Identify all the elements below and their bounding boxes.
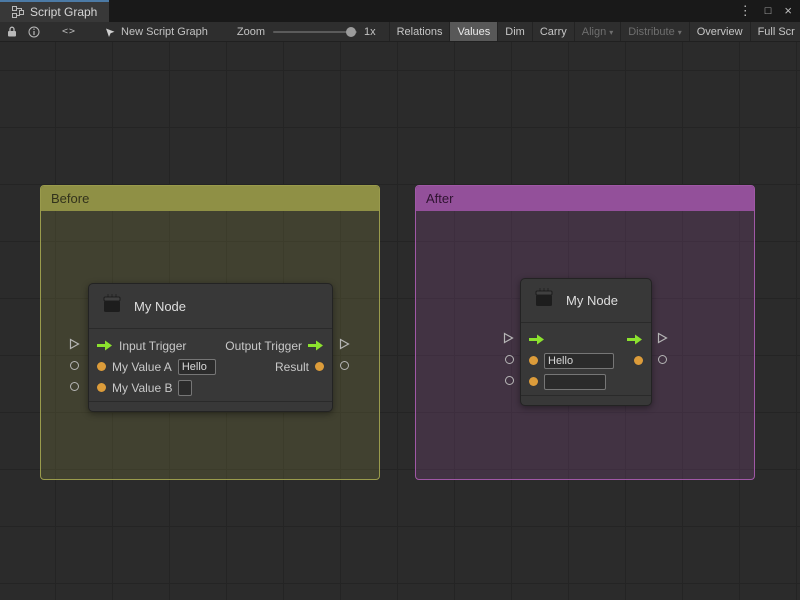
- value-output-port[interactable]: [634, 356, 643, 365]
- flow-input-port[interactable]: [97, 340, 113, 351]
- value-endpoint-icon[interactable]: [70, 382, 79, 391]
- node-footer: [521, 395, 651, 405]
- group-after-title: After: [426, 191, 453, 206]
- group-after-header[interactable]: After: [416, 186, 754, 211]
- node-after-header[interactable]: My Node: [521, 279, 651, 323]
- flow-endpoint-icon[interactable]: [656, 332, 668, 344]
- script-graph-icon: [12, 6, 24, 18]
- value-endpoint-icon[interactable]: [340, 361, 349, 370]
- overview-button[interactable]: Overview: [689, 22, 750, 42]
- flow-output-port[interactable]: [308, 340, 324, 351]
- node-before[interactable]: My Node Input Trigger Output Trigger: [88, 283, 333, 412]
- port-row: [521, 371, 651, 392]
- port-label: My Value B: [112, 381, 172, 395]
- port-label: Input Trigger: [119, 339, 186, 353]
- distribute-label: Distribute: [628, 26, 674, 38]
- carry-button[interactable]: Carry: [532, 22, 574, 42]
- value-endpoint-icon[interactable]: [70, 361, 79, 370]
- port-label: Result: [275, 360, 309, 374]
- zoom-label: Zoom: [237, 26, 265, 38]
- tab-title: Script Graph: [30, 5, 97, 19]
- node-ports: Input Trigger Output Trigger My Value A …: [89, 329, 332, 401]
- code-icon[interactable]: <>: [62, 26, 76, 37]
- overview-label: Overview: [697, 26, 743, 38]
- tab-script-graph[interactable]: Script Graph: [0, 0, 109, 22]
- maximize-icon[interactable]: □: [765, 0, 772, 22]
- value-b-field[interactable]: [544, 374, 606, 390]
- value-a-field[interactable]: [544, 353, 614, 369]
- align-button[interactable]: Align ▾: [574, 22, 620, 42]
- fullscreen-label: Full Scr: [758, 26, 795, 38]
- value-endpoint-icon[interactable]: [505, 355, 514, 364]
- port-row: Input Trigger Output Trigger: [89, 335, 332, 356]
- dim-button[interactable]: Dim: [497, 22, 532, 42]
- graph-canvas[interactable]: Before After My Node: [0, 42, 800, 600]
- value-a-field[interactable]: [178, 359, 216, 375]
- port-label: Output Trigger: [225, 339, 302, 353]
- group-before-title: Before: [51, 191, 89, 206]
- value-output-port[interactable]: [315, 362, 324, 371]
- relations-button[interactable]: Relations: [389, 22, 450, 42]
- value-input-port[interactable]: [97, 362, 106, 371]
- flow-endpoint-icon[interactable]: [502, 332, 514, 344]
- graph-toolbar: <> New Script Graph Zoom 1x Relations Va…: [0, 22, 800, 42]
- value-endpoint-icon[interactable]: [505, 376, 514, 385]
- my-node-icon: [99, 291, 125, 322]
- node-title: My Node: [566, 293, 618, 308]
- relations-label: Relations: [397, 26, 443, 38]
- node-after[interactable]: My Node: [520, 278, 652, 406]
- group-before-header[interactable]: Before: [41, 186, 379, 211]
- flow-endpoint-icon[interactable]: [338, 338, 350, 350]
- zoom-value: 1x: [364, 26, 376, 38]
- window-tab-bar: Script Graph ⋮ □ ×: [0, 0, 800, 22]
- flow-input-port[interactable]: [529, 334, 545, 345]
- zoom-slider[interactable]: [273, 31, 357, 33]
- info-icon[interactable]: [28, 26, 40, 38]
- chevron-down-icon: ▾: [678, 28, 682, 37]
- carry-label: Carry: [540, 26, 567, 38]
- flow-endpoint-icon[interactable]: [68, 338, 80, 350]
- fullscreen-button[interactable]: Full Scr: [750, 22, 800, 42]
- port-row: My Value A Result: [89, 356, 332, 377]
- port-row: [521, 329, 651, 350]
- dim-label: Dim: [505, 26, 525, 38]
- lock-icon[interactable]: [7, 26, 17, 37]
- port-row: My Value B: [89, 377, 332, 398]
- align-label: Align: [582, 26, 606, 38]
- value-input-port[interactable]: [97, 383, 106, 392]
- window-menu-icon[interactable]: ⋮: [739, 0, 752, 22]
- window-controls: ⋮ □ ×: [726, 0, 800, 22]
- value-input-port[interactable]: [529, 377, 538, 386]
- close-icon[interactable]: ×: [784, 0, 792, 22]
- distribute-button[interactable]: Distribute ▾: [620, 22, 688, 42]
- flow-output-port[interactable]: [627, 334, 643, 345]
- value-input-port[interactable]: [529, 356, 538, 365]
- value-b-field[interactable]: [178, 380, 192, 396]
- my-node-icon: [531, 285, 557, 316]
- values-label: Values: [457, 26, 490, 38]
- node-ports: [521, 323, 651, 395]
- zoom-slider-knob[interactable]: [346, 27, 356, 37]
- port-label: My Value A: [112, 360, 172, 374]
- graph-name: New Script Graph: [121, 26, 208, 38]
- chevron-down-icon: ▾: [609, 28, 613, 37]
- port-row: [521, 350, 651, 371]
- node-before-header[interactable]: My Node: [89, 284, 332, 329]
- node-footer: [89, 401, 332, 411]
- value-endpoint-icon[interactable]: [658, 355, 667, 364]
- node-title: My Node: [134, 299, 186, 314]
- graph-pointer-icon: [104, 26, 116, 38]
- values-button[interactable]: Values: [449, 22, 497, 42]
